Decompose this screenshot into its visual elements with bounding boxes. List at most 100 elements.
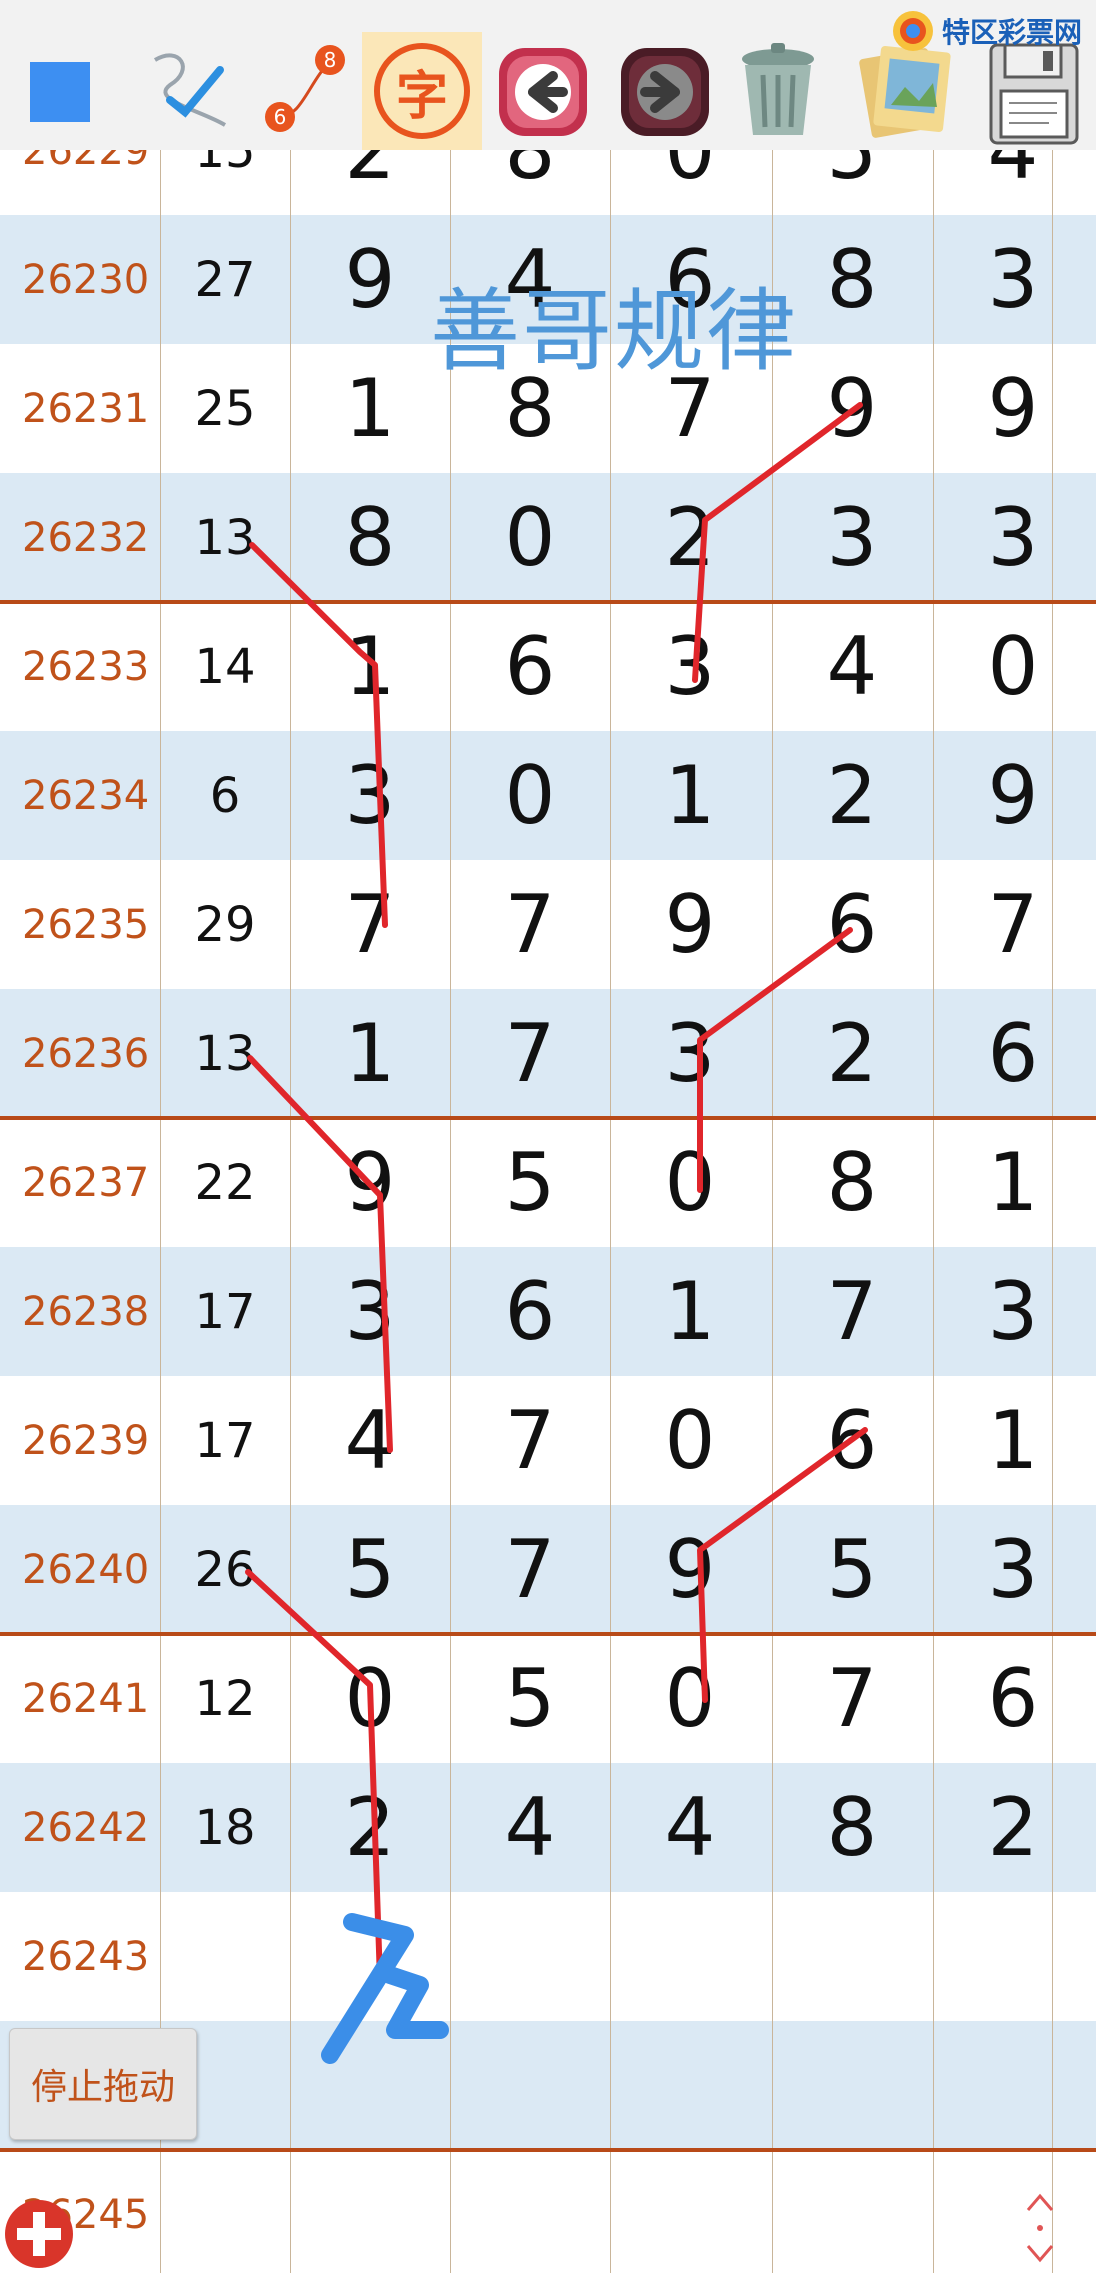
- digit-cell[interactable]: 3: [933, 1247, 1093, 1376]
- digit-cell[interactable]: [772, 2150, 932, 2279]
- digit-cell[interactable]: 8: [290, 473, 450, 602]
- digit-cell[interactable]: 5: [772, 1505, 932, 1634]
- digit-cell[interactable]: 7: [772, 1634, 932, 1763]
- clear-button[interactable]: [723, 35, 833, 145]
- digit-cell[interactable]: 0: [610, 1376, 770, 1505]
- digit-cell[interactable]: 0: [610, 1634, 770, 1763]
- digit-cell[interactable]: 7: [290, 860, 450, 989]
- digit-cell[interactable]: 1: [290, 344, 450, 473]
- digit-cell[interactable]: 3: [933, 473, 1093, 602]
- text-tool-button[interactable]: 字: [362, 32, 482, 150]
- digit-cell[interactable]: [933, 2021, 1093, 2150]
- digit-cell[interactable]: 2: [290, 1763, 450, 1892]
- digit-cell[interactable]: 2: [933, 1763, 1093, 1892]
- counter-top-label: 8: [324, 48, 337, 72]
- issue-number: 26240: [22, 1546, 150, 1593]
- digit-cell[interactable]: 0: [933, 602, 1093, 731]
- redo-button[interactable]: [615, 42, 715, 142]
- digit-cell[interactable]: 7: [450, 989, 610, 1118]
- digit-cell[interactable]: [450, 2021, 610, 2150]
- digit-cell[interactable]: 2: [772, 731, 932, 860]
- digit-cell[interactable]: 8: [772, 1118, 932, 1247]
- color-picker-button[interactable]: [30, 62, 90, 122]
- digit-cell[interactable]: 7: [772, 1247, 932, 1376]
- digit-cell[interactable]: 9: [933, 344, 1093, 473]
- digit-cell[interactable]: [933, 1892, 1093, 2021]
- scroll-arrows-button[interactable]: [1020, 2188, 1060, 2268]
- digit-cell[interactable]: [772, 2021, 932, 2150]
- table-row: 26236 13 1 7 3 2 6: [0, 989, 1096, 1118]
- digit-cell[interactable]: 1: [290, 602, 450, 731]
- digit-cell[interactable]: 2: [610, 473, 770, 602]
- digit-cell[interactable]: 9: [610, 860, 770, 989]
- undo-button[interactable]: [493, 42, 593, 142]
- digit-cell[interactable]: 1: [290, 989, 450, 1118]
- digit-cell[interactable]: 7: [450, 860, 610, 989]
- add-button[interactable]: [0, 2195, 78, 2273]
- issue-number: 26242: [22, 1804, 150, 1851]
- digit-cell[interactable]: [610, 2150, 770, 2279]
- table-row: 26240 26 5 7 9 5 3: [0, 1505, 1096, 1634]
- digit-cell[interactable]: 1: [933, 1118, 1093, 1247]
- digit-cell[interactable]: 6: [450, 602, 610, 731]
- digit-cell[interactable]: [290, 2021, 450, 2150]
- stop-drag-button[interactable]: 停止拖动: [9, 2028, 197, 2140]
- digit-cell[interactable]: [450, 2150, 610, 2279]
- digit-cell[interactable]: 9: [933, 731, 1093, 860]
- table-row: 26237 22 9 5 0 8 1: [0, 1118, 1096, 1247]
- digit-cell[interactable]: [772, 1892, 932, 2021]
- digit-cell[interactable]: 9: [290, 1118, 450, 1247]
- sum-value: 27: [194, 251, 256, 308]
- digit-cell[interactable]: 4: [450, 1763, 610, 1892]
- digit-cell[interactable]: 3: [290, 1247, 450, 1376]
- digit-cell[interactable]: [933, 2150, 1093, 2279]
- digit-cell[interactable]: 6: [933, 1634, 1093, 1763]
- digit-cell[interactable]: 4: [290, 1376, 450, 1505]
- column-divider: [160, 150, 161, 2273]
- digit-cell[interactable]: 1: [610, 731, 770, 860]
- digit-cell[interactable]: 0: [450, 473, 610, 602]
- issue-number: 26235: [22, 901, 150, 948]
- digit-cell[interactable]: 5: [450, 1118, 610, 1247]
- sum-value: 25: [194, 380, 256, 437]
- digit-cell[interactable]: 7: [450, 1505, 610, 1634]
- digit-cell[interactable]: 9: [610, 1505, 770, 1634]
- digit-cell[interactable]: 6: [933, 989, 1093, 1118]
- digit-cell[interactable]: 3: [610, 602, 770, 731]
- digit-cell[interactable]: 5: [290, 1505, 450, 1634]
- digit-cell[interactable]: 0: [450, 731, 610, 860]
- digit-cell[interactable]: 3: [772, 473, 932, 602]
- digit-cell[interactable]: 3: [933, 215, 1093, 344]
- digit-cell[interactable]: 2: [772, 989, 932, 1118]
- digit-cell[interactable]: 3: [933, 1505, 1093, 1634]
- pen-tool-button[interactable]: [140, 40, 240, 140]
- digit-cell[interactable]: 8: [772, 1763, 932, 1892]
- digit-cell[interactable]: 0: [610, 1118, 770, 1247]
- digit-cell[interactable]: 4: [610, 1763, 770, 1892]
- column-divider: [933, 150, 934, 2273]
- digit-cell[interactable]: [610, 1892, 770, 2021]
- digit-cell[interactable]: [450, 1892, 610, 2021]
- digit-cell[interactable]: 3: [290, 731, 450, 860]
- digit-cell[interactable]: 0: [290, 1634, 450, 1763]
- step-counter-button[interactable]: 8 6: [255, 40, 355, 140]
- digit-cell[interactable]: [610, 2021, 770, 2150]
- digit-cell[interactable]: 6: [450, 1247, 610, 1376]
- digit-cell[interactable]: 4: [772, 602, 932, 731]
- digit-cell[interactable]: 7: [933, 860, 1093, 989]
- brand-name: 特区彩票网: [942, 16, 1083, 49]
- digit-cell[interactable]: 6: [772, 1376, 932, 1505]
- sum-value: 6: [209, 767, 241, 824]
- issue-number: 26236: [22, 1030, 150, 1077]
- digit-cell[interactable]: 3: [610, 989, 770, 1118]
- digit-cell[interactable]: [290, 2150, 450, 2279]
- watermark-text: 善哥规律: [430, 279, 798, 384]
- digit-cell[interactable]: [290, 1892, 450, 2021]
- digit-cell[interactable]: 9: [290, 215, 450, 344]
- digit-cell[interactable]: 1: [933, 1376, 1093, 1505]
- sum-value: 12: [194, 1670, 256, 1727]
- digit-cell[interactable]: 7: [450, 1376, 610, 1505]
- digit-cell[interactable]: 6: [772, 860, 932, 989]
- digit-cell[interactable]: 1: [610, 1247, 770, 1376]
- digit-cell[interactable]: 5: [450, 1634, 610, 1763]
